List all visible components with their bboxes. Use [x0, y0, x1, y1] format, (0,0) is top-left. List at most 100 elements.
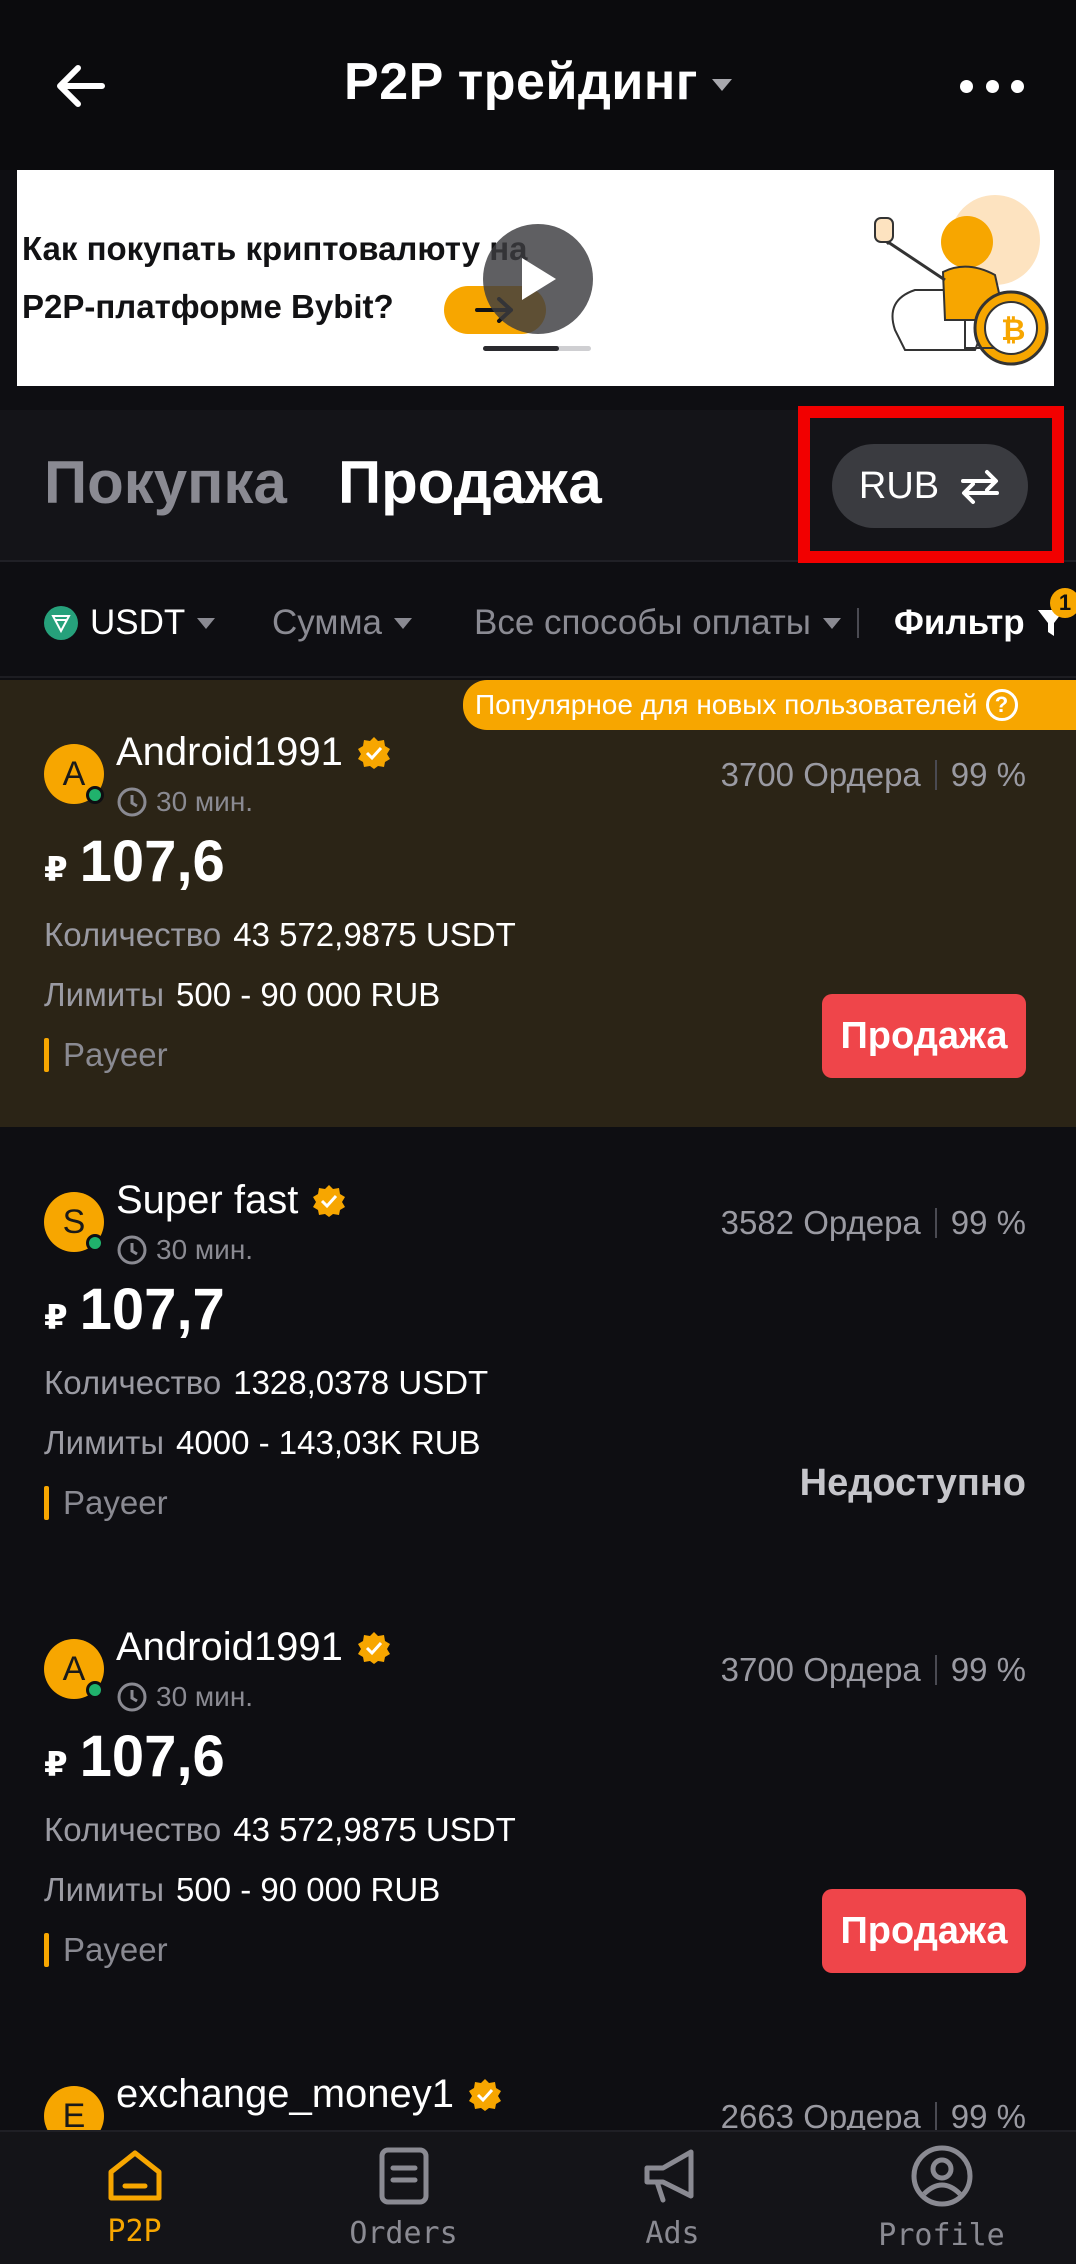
quantity-value: 43 572,9875 USDT	[233, 916, 516, 953]
chevron-down-icon	[197, 617, 216, 629]
payment-method-text: Payeer	[63, 1484, 168, 1521]
megaphone-icon	[644, 2149, 693, 2202]
payment-method-selector[interactable]: Все способы оплаты	[474, 603, 859, 643]
swap-icon	[961, 470, 1000, 504]
limits-label: Лимиты	[44, 1871, 165, 1908]
page-title-dropdown[interactable]: P2P трейдинг	[0, 52, 1076, 112]
price-value: 107,6	[79, 1724, 225, 1789]
price: ₽ 107,6	[44, 828, 225, 895]
document-icon	[379, 2147, 428, 2204]
page-title: P2P трейдинг	[344, 53, 698, 111]
quantity-label: Количество	[44, 1811, 222, 1848]
play-video-button[interactable]	[483, 224, 593, 334]
tether-icon	[44, 606, 78, 640]
payment-time-limit: 30 мин.	[116, 786, 253, 818]
limits-value: 4000 - 143,03K RUB	[176, 1424, 481, 1461]
price: ₽ 107,6	[44, 1723, 225, 1790]
merchant-name-text: Super fast	[116, 1178, 299, 1222]
svg-text:₿: ₿	[1001, 313, 1025, 348]
nav-orders-label: Orders	[349, 2215, 458, 2251]
clock-icon	[117, 787, 147, 817]
nav-orders[interactable]: Orders	[269, 2132, 538, 2264]
completion-rate: 99 %	[950, 1204, 1026, 1241]
payment-method: Payeer	[44, 1931, 168, 1969]
quantity-value: 1328,0378 USDT	[233, 1364, 489, 1401]
filter-button[interactable]: Фильтр	[894, 603, 1065, 643]
payment-method-label: Все способы оплаты	[474, 603, 811, 642]
tab-buy[interactable]: Покупка	[44, 448, 287, 517]
unavailable-status: Недоступно	[799, 1462, 1026, 1504]
quantity-row: Количество 43 572,9875 USDT	[44, 916, 516, 954]
fiat-currency-label: RUB	[858, 464, 940, 507]
amount-selector[interactable]: Сумма	[272, 603, 412, 643]
amount-label: Сумма	[272, 603, 382, 642]
price-value: 107,7	[79, 1277, 225, 1342]
currency-symbol: ₽	[44, 1299, 68, 1337]
top-bar: P2P трейдинг	[0, 0, 1076, 170]
nav-profile[interactable]: Profile	[807, 2132, 1076, 2264]
more-options-icon[interactable]	[960, 70, 1024, 102]
online-status-dot	[86, 1681, 104, 1699]
nav-p2p-label: P2P	[107, 2213, 162, 2249]
divider	[934, 1655, 937, 1685]
filter-count-badge: 1	[1050, 588, 1076, 618]
banner-progress	[483, 346, 591, 351]
merchant-name-text: exchange_money1	[116, 2072, 455, 2116]
nav-p2p[interactable]: P2P	[0, 2132, 269, 2264]
payment-method-marker	[44, 1038, 49, 1072]
payment-method-marker	[44, 1486, 49, 1520]
merchant-name[interactable]: Super fast	[116, 1178, 346, 1223]
nav-ads-label: Ads	[645, 2215, 700, 2251]
bitcoin-illustration: ₿	[855, 180, 1054, 370]
divider	[934, 760, 937, 790]
nav-profile-label: Profile	[878, 2217, 1005, 2253]
verified-badge-icon	[357, 736, 390, 769]
divider	[856, 608, 859, 638]
coin-selector[interactable]: USDT	[44, 603, 216, 643]
payment-method-marker	[44, 1933, 49, 1967]
sell-button[interactable]: Продажа	[822, 1889, 1026, 1973]
completion-rate: 99 %	[950, 756, 1026, 793]
merchant-name[interactable]: Android1991	[116, 730, 391, 775]
person-icon	[911, 2145, 972, 2206]
popular-for-new-users-tag: Популярное для новых пользователей ?	[463, 680, 1076, 730]
promo-banner[interactable]: Как покупать криптовалюту на P2P-платфор…	[17, 170, 1054, 386]
merchant-stats: 3700 Ордера 99 %	[721, 1651, 1026, 1689]
banner-text-line1: Как покупать криптовалюту на	[22, 230, 528, 267]
price-value: 107,6	[79, 829, 225, 894]
merchant-name-text: Android1991	[116, 730, 343, 774]
sell-button[interactable]: Продажа	[822, 994, 1026, 1078]
fiat-currency-switch-button[interactable]: RUB	[832, 444, 1028, 528]
limits-value: 500 - 90 000 RUB	[176, 1871, 441, 1908]
coin-label: USDT	[90, 603, 186, 642]
chevron-down-icon	[393, 617, 412, 629]
payment-method-text: Payeer	[63, 1036, 168, 1073]
clock-icon	[117, 1235, 147, 1265]
banner-progress-fill	[483, 346, 559, 351]
nav-ads[interactable]: Ads	[538, 2132, 807, 2264]
help-icon[interactable]: ?	[985, 689, 1018, 721]
limits-label: Лимиты	[44, 976, 165, 1013]
orders-count: 3582 Ордера	[720, 1204, 921, 1241]
quantity-value: 43 572,9875 USDT	[233, 1811, 516, 1848]
banner-text-line2: P2P-платформе Bybit?	[22, 288, 394, 325]
verified-badge-icon	[313, 1184, 346, 1217]
divider	[934, 1208, 937, 1238]
time-text: 30 мин.	[156, 1234, 254, 1265]
limits-value: 500 - 90 000 RUB	[176, 976, 441, 1013]
quantity-label: Количество	[44, 1364, 222, 1401]
merchant-name[interactable]: Android1991	[116, 1625, 391, 1670]
currency-symbol: ₽	[44, 1746, 68, 1784]
clock-icon	[117, 1682, 147, 1712]
currency-symbol: ₽	[44, 851, 68, 889]
online-status-dot	[86, 786, 104, 804]
payment-method: Payeer	[44, 1036, 168, 1074]
play-icon	[522, 258, 556, 300]
verified-badge-icon	[357, 1631, 390, 1664]
chevron-down-icon	[822, 617, 841, 629]
tab-sell[interactable]: Продажа	[338, 448, 602, 517]
chevron-down-icon	[711, 79, 732, 91]
merchant-stats: 3582 Ордера 99 %	[721, 1204, 1026, 1242]
quantity-label: Количество	[44, 916, 222, 953]
merchant-name[interactable]: exchange_money1	[116, 2072, 502, 2117]
